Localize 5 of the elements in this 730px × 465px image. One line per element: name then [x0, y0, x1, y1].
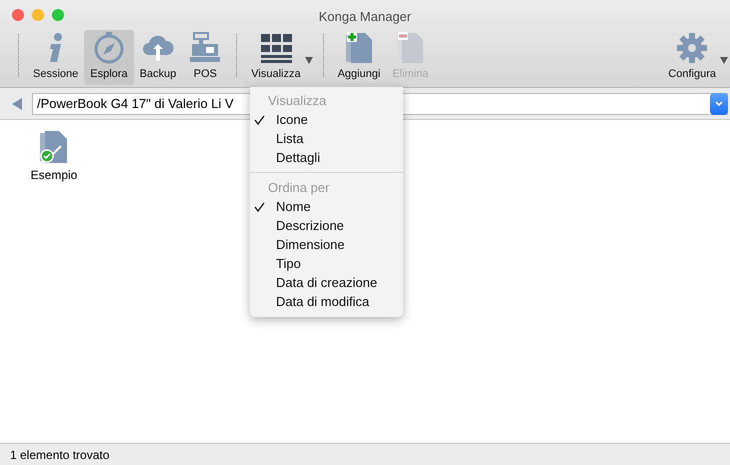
window-title: Konga Manager — [318, 9, 412, 24]
file-name: Esempio — [30, 168, 78, 182]
menu-header: Ordina per — [268, 180, 330, 195]
menu-header: Visualizza — [268, 93, 326, 108]
status-text: 1 elemento trovato — [10, 448, 110, 462]
